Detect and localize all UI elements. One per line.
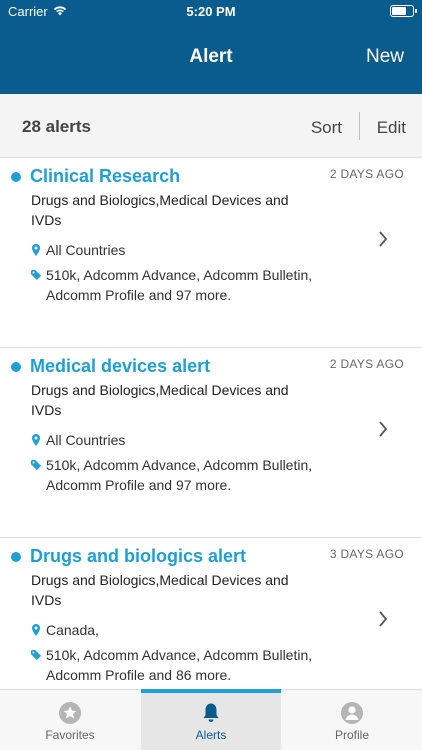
new-alert-button[interactable]: New xyxy=(366,46,404,68)
alert-products: Drugs and Biologics,Medical Devices and … xyxy=(31,382,289,418)
chevron-right-icon xyxy=(378,230,388,253)
list-toolbar: 28 alerts Sort Edit xyxy=(0,94,422,158)
alert-tags-row: 510k, Adcomm Advance, Adcomm Bulletin, A… xyxy=(31,455,321,495)
alert-location: All Countries xyxy=(46,432,126,448)
alert-date: 2 DAYS AGO xyxy=(329,357,404,371)
alert-date: 2 DAYS AGO xyxy=(329,167,404,181)
alert-tags-row: 510k, Adcomm Advance, Adcomm Bulletin, A… xyxy=(31,265,321,305)
chevron-right-icon xyxy=(378,420,388,443)
alert-tags: 510k, Adcomm Advance, Adcomm Bulletin, A… xyxy=(46,457,313,493)
tag-icon xyxy=(31,270,41,280)
status-time: 5:20 PM xyxy=(186,4,236,19)
navigation-bar: Alert New xyxy=(0,24,422,94)
tab-label: Favorites xyxy=(45,728,95,742)
location-pin-icon xyxy=(32,434,40,446)
alert-card[interactable]: Clinical Research 2 DAYS AGO Drugs and B… xyxy=(0,158,422,348)
tab-label: Alerts xyxy=(195,728,227,742)
tag-icon xyxy=(31,650,41,660)
page-title: Alert xyxy=(189,46,233,67)
bell-icon xyxy=(203,703,219,722)
chevron-right-icon xyxy=(378,610,388,633)
alert-products: Drugs and Biologics,Medical Devices and … xyxy=(31,572,289,608)
battery-icon xyxy=(390,5,417,17)
alert-title: Drugs and biologics alert xyxy=(30,546,247,566)
alert-card[interactable]: Drugs and biologics alert 3 DAYS AGO Dru… xyxy=(0,538,422,689)
tab-favorites[interactable]: Favorites xyxy=(0,690,140,750)
edit-button[interactable]: Edit xyxy=(377,118,406,138)
alert-products: Drugs and Biologics,Medical Devices and … xyxy=(31,192,289,228)
alert-date: 3 DAYS AGO xyxy=(329,547,404,561)
tab-profile[interactable]: Profile xyxy=(282,690,422,750)
person-icon xyxy=(341,702,363,724)
alert-tags: 510k, Adcomm Advance, Adcomm Bulletin, A… xyxy=(46,647,313,683)
alert-location-row: Canada, xyxy=(31,620,321,640)
alert-tags: 510k, Adcomm Advance, Adcomm Bulletin, A… xyxy=(46,267,313,303)
toolbar-divider xyxy=(359,112,360,140)
status-bar: Carrier 5:20 PM xyxy=(0,0,422,24)
tab-bar: Favorites Alerts Profile xyxy=(0,689,422,750)
tag-icon xyxy=(31,460,41,470)
tab-alerts[interactable]: Alerts xyxy=(141,689,281,750)
alert-count: 28 alerts xyxy=(22,117,91,136)
alert-location: Canada, xyxy=(46,622,99,638)
alert-location-row: All Countries xyxy=(31,430,321,450)
alert-tags-row: 510k, Adcomm Advance, Adcomm Bulletin, A… xyxy=(31,645,321,685)
unread-indicator xyxy=(11,172,21,182)
sort-button[interactable]: Sort xyxy=(311,118,342,138)
alert-title: Medical devices alert xyxy=(30,356,211,376)
star-icon xyxy=(59,702,81,724)
location-pin-icon xyxy=(32,624,40,636)
alert-list[interactable]: Clinical Research 2 DAYS AGO Drugs and B… xyxy=(0,158,422,689)
unread-indicator xyxy=(11,552,21,562)
unread-indicator xyxy=(11,362,21,372)
alert-location-row: All Countries xyxy=(31,240,321,260)
location-pin-icon xyxy=(32,244,40,256)
tab-label: Profile xyxy=(334,728,369,742)
alert-card[interactable]: Medical devices alert 2 DAYS AGO Drugs a… xyxy=(0,348,422,538)
alert-title: Clinical Research xyxy=(30,166,181,186)
alert-location: All Countries xyxy=(46,242,126,258)
